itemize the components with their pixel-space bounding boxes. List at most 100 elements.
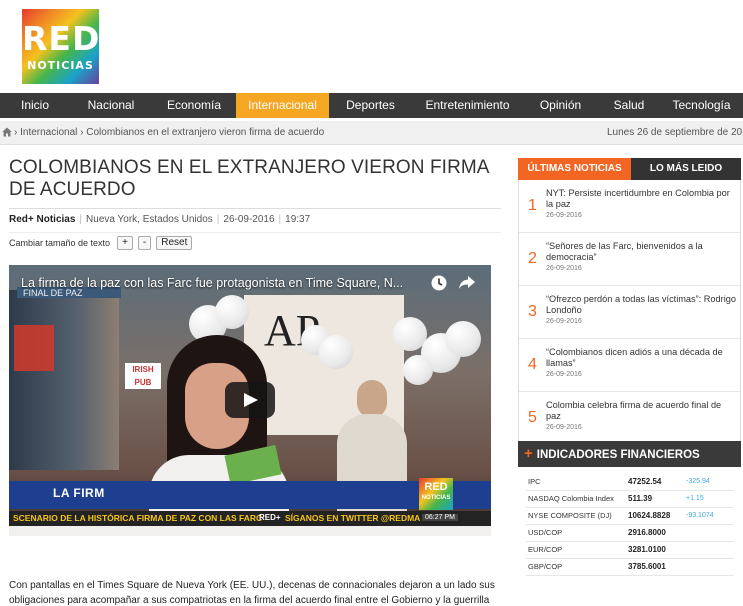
breadcrumb-current: Colombianos en el extranjero vieron firm… [86,127,325,138]
breadcrumb: › Internacional › Colombianos en el extr… [0,121,743,145]
news-date: 26-09-2016 [546,265,582,272]
article-body: Con pantallas en el Times Square de Nuev… [9,580,495,606]
table-row: IPC 47252.54 -325.94 [526,473,734,491]
balloon-image [319,335,353,369]
financial-indicators-header[interactable]: + INDICADORES FINANCIEROS [518,441,741,467]
balloon-image [445,321,481,357]
list-item[interactable]: 3 “Ofrezco perdón a todas las víctimas”:… [519,286,740,339]
table-row: NASDAQ Colombia Index 511.39 +1.15 [526,490,734,508]
breadcrumb-separator-icon: › [77,127,87,138]
indicator-value: 10624.8828 [626,507,684,525]
list-item[interactable]: 2 “Señores de las Farc, bienvenidos a la… [519,233,740,286]
table-row: GBP/COP 3785.6001 [526,558,734,576]
balloon-image [403,355,433,385]
article-title: COLOMBIANOS EN EL EXTRANJERO VIERON FIRM… [9,157,489,200]
video-ticker-time: 06:27 PM [422,514,458,521]
indicator-name: NASDAQ Colombia Index [526,490,626,508]
video-ticker-left: SCENARIO DE LA HISTÓRICA FIRMA DE PAZ CO… [13,513,263,523]
list-item[interactable]: 5 Colombia celebra firma de acuerdo fina… [519,392,740,445]
news-title[interactable]: “Ofrezco perdón a todas las víctimas”: R… [546,294,736,316]
indicator-name: USD/COP [526,524,626,542]
news-title[interactable]: NYT: Persiste incertidumbre en Colombia … [546,188,736,210]
nav-item-tecnologia[interactable]: Tecnología [660,93,743,118]
video-scene-street [9,290,119,470]
video-channel-logo: RED NOTICIAS [419,478,453,510]
indicator-change [684,541,734,559]
news-rank: 3 [528,303,537,320]
financial-indicators: + INDICADORES FINANCIEROS IPC 47252.54 -3… [518,441,741,596]
indicator-change: -93.1074 [684,507,734,525]
table-row: USD/COP 2916.8000 [526,524,734,542]
nav-item-inicio[interactable]: Inicio [0,93,70,118]
increase-text-button[interactable]: + [117,236,133,250]
news-rank: 2 [528,250,537,267]
table-row: NYSE COMPOSITE (DJ) 10624.8828 -93.1074 [526,507,734,525]
tab-most-read[interactable]: LO MÁS LEIDO [631,158,741,180]
news-date: 26-09-2016 [546,424,582,431]
nav-item-internacional[interactable]: Internacional [236,93,329,118]
news-date: 26-09-2016 [546,371,582,378]
nav-item-nacional[interactable]: Nacional [70,93,152,118]
divider [9,232,501,233]
nav-item-opinion[interactable]: Opinión [523,93,598,118]
news-rank: 4 [528,356,537,373]
text-size-controls: Cambiar tamaño de texto + - Reset [9,236,197,250]
news-date: 26-09-2016 [546,318,582,325]
video-title[interactable]: La firma de la paz con las Farc fue prot… [21,276,431,290]
play-button[interactable] [225,382,275,418]
indicator-name: IPC [526,473,626,491]
news-title[interactable]: Colombia celebra firma de acuerdo final … [546,400,736,422]
nav-item-entretenimiento[interactable]: Entretenimiento [412,93,523,118]
indicator-value: 511.39 [626,490,684,508]
financial-table: IPC 47252.54 -325.94 NASDAQ Colombia Ind… [526,473,734,576]
indicator-value: 3785.6001 [626,558,684,576]
video-ticker-logo: RED+ [259,513,281,522]
video-player[interactable]: IRISH PUB AP FINAL DE PAZ La firma de la… [9,265,491,536]
tab-latest-news[interactable]: ÚLTIMAS NOTICIAS [518,158,631,180]
divider [9,208,501,209]
nav-item-deportes[interactable]: Deportes [329,93,412,118]
current-date: Lunes 26 de septiembre de 2016 [607,127,743,138]
news-title[interactable]: “Colombianos dicen adiós a una década de… [546,347,736,369]
play-icon [244,393,258,407]
news-date: 26-09-2016 [546,212,582,219]
nav-item-economia[interactable]: Economía [152,93,236,118]
indicator-name: EUR/COP [526,541,626,559]
video-band-text: LA FIRM [53,486,105,500]
indicator-name: GBP/COP [526,558,626,576]
article-location: Nueva York, Estados Unidos [86,214,213,225]
text-size-label: Cambiar tamaño de texto [9,238,111,248]
site-header: RED NOTICIAS [0,0,743,93]
indicator-value: 3281.0100 [626,541,684,559]
breadcrumb-section[interactable]: Internacional [20,127,77,138]
article-date: 26-09-2016 [223,214,275,225]
article-meta: Red+ Noticias | Nueva York, Estados Unidos… [9,214,311,225]
news-tabs: ÚLTIMAS NOTICIAS LO MÁS LEIDO [518,158,741,180]
balloon-image [215,295,249,329]
reset-text-button[interactable]: Reset [156,236,193,250]
news-rank: 5 [528,409,537,426]
share-icon[interactable] [458,275,476,291]
nav-item-salud[interactable]: Salud [598,93,660,118]
indicator-value: 47252.54 [626,473,684,491]
news-list: 1 NYT: Persiste incertidumbre en Colombi… [518,180,741,446]
decrease-text-button[interactable]: - [137,236,152,250]
article-time: 19:37 [285,214,311,225]
indicator-value: 2916.8000 [626,524,684,542]
site-logo[interactable]: RED NOTICIAS [22,9,99,84]
indicator-change [684,558,734,576]
main-nav: Inicio Nacional Economía Internacional D… [0,93,743,118]
video-scene-sign [14,325,54,371]
home-icon[interactable] [2,127,12,137]
list-item[interactable]: 1 NYT: Persiste incertidumbre en Colombi… [519,180,740,233]
video-ticker-right: SÍGANOS EN TWITTER @REDMA [285,513,421,523]
indicator-change [684,524,734,542]
logo-subtitle: NOTICIAS [27,59,94,72]
video-scene-bottom [9,526,491,536]
watch-later-icon[interactable] [431,275,447,291]
list-item[interactable]: 4 “Colombianos dicen adiós a una década … [519,339,740,392]
news-rank: 1 [528,197,537,214]
article-author[interactable]: Red+ Noticias [9,214,75,225]
news-title[interactable]: “Señores de las Farc, bienvenidos a la d… [546,241,736,263]
indicator-change: -325.94 [684,473,734,491]
